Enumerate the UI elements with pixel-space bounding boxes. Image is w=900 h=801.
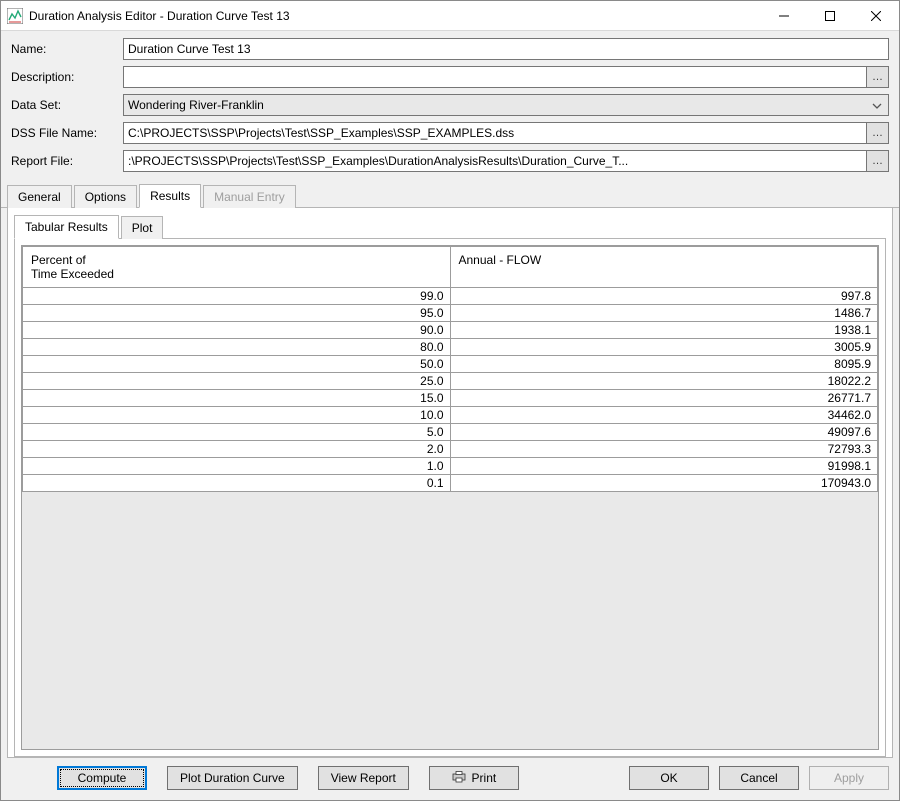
reportfile-label: Report File: (11, 154, 123, 168)
window-controls (761, 1, 899, 30)
cell-percent[interactable]: 5.0 (23, 424, 451, 441)
table-row[interactable]: 10.034462.0 (23, 407, 878, 424)
cell-percent[interactable]: 80.0 (23, 339, 451, 356)
table-row[interactable]: 1.091998.1 (23, 458, 878, 475)
cell-flow[interactable]: 91998.1 (450, 458, 878, 475)
print-button[interactable]: Print (429, 766, 519, 790)
col-flow-header: Annual - FLOW (450, 247, 878, 288)
table-row[interactable]: 0.1170943.0 (23, 475, 878, 492)
cancel-button[interactable]: Cancel (719, 766, 799, 790)
table-row[interactable]: 99.0997.8 (23, 288, 878, 305)
grid-filler (22, 492, 878, 749)
cell-flow[interactable]: 1486.7 (450, 305, 878, 322)
description-input[interactable] (123, 66, 867, 88)
form-area: Name: Description: … Data Set: Wondering… (1, 31, 899, 177)
cell-percent[interactable]: 90.0 (23, 322, 451, 339)
cell-flow[interactable]: 72793.3 (450, 441, 878, 458)
name-label: Name: (11, 42, 123, 56)
description-label: Description: (11, 70, 123, 84)
cell-flow[interactable]: 34462.0 (450, 407, 878, 424)
compute-button[interactable]: Compute (57, 766, 147, 790)
table-row[interactable]: 90.01938.1 (23, 322, 878, 339)
description-ellipsis-button[interactable]: … (867, 66, 889, 88)
cell-percent[interactable]: 99.0 (23, 288, 451, 305)
dataset-combo[interactable]: Wondering River-Franklin (123, 94, 889, 116)
cell-flow[interactable]: 26771.7 (450, 390, 878, 407)
titlebar: Duration Analysis Editor - Duration Curv… (1, 1, 899, 31)
table-row[interactable]: 15.026771.7 (23, 390, 878, 407)
cell-flow[interactable]: 3005.9 (450, 339, 878, 356)
results-subtabs: Tabular Results Plot (14, 214, 886, 239)
tab-general[interactable]: General (7, 185, 72, 208)
ok-button[interactable]: OK (629, 766, 709, 790)
cell-flow[interactable]: 8095.9 (450, 356, 878, 373)
name-input[interactable] (123, 38, 889, 60)
dataset-label: Data Set: (11, 98, 123, 112)
table-row[interactable]: 95.01486.7 (23, 305, 878, 322)
cell-flow[interactable]: 1938.1 (450, 322, 878, 339)
cell-percent[interactable]: 95.0 (23, 305, 451, 322)
results-table: Percent of Time Exceeded Annual - FLOW 9… (22, 246, 878, 492)
cell-flow[interactable]: 18022.2 (450, 373, 878, 390)
subtab-plot[interactable]: Plot (121, 216, 164, 239)
tab-results[interactable]: Results (139, 184, 201, 208)
chevron-down-icon (870, 98, 884, 112)
cell-flow[interactable]: 997.8 (450, 288, 878, 305)
table-row[interactable]: 50.08095.9 (23, 356, 878, 373)
cell-percent[interactable]: 15.0 (23, 390, 451, 407)
cell-percent[interactable]: 10.0 (23, 407, 451, 424)
reportfile-input[interactable] (123, 150, 867, 172)
view-report-button[interactable]: View Report (318, 766, 409, 790)
cell-flow[interactable]: 49097.6 (450, 424, 878, 441)
main-tabs: General Options Results Manual Entry (1, 183, 899, 208)
table-row[interactable]: 2.072793.3 (23, 441, 878, 458)
table-row[interactable]: 5.049097.6 (23, 424, 878, 441)
tabular-panel: Percent of Time Exceeded Annual - FLOW 9… (14, 239, 886, 757)
cell-percent[interactable]: 0.1 (23, 475, 451, 492)
cell-percent[interactable]: 1.0 (23, 458, 451, 475)
maximize-button[interactable] (807, 1, 853, 30)
dssfile-label: DSS File Name: (11, 126, 123, 140)
cell-percent[interactable]: 50.0 (23, 356, 451, 373)
dataset-value: Wondering River-Franklin (128, 98, 870, 112)
dssfile-input[interactable] (123, 122, 867, 144)
col-percent-header: Percent of Time Exceeded (23, 247, 451, 288)
table-row[interactable]: 80.03005.9 (23, 339, 878, 356)
window-title: Duration Analysis Editor - Duration Curv… (29, 9, 761, 23)
results-panel: Tabular Results Plot Percent of Time Exc… (7, 208, 893, 758)
app-icon (7, 8, 23, 24)
cell-percent[interactable]: 2.0 (23, 441, 451, 458)
results-grid-wrap: Percent of Time Exceeded Annual - FLOW 9… (21, 245, 879, 750)
cell-percent[interactable]: 25.0 (23, 373, 451, 390)
reportfile-browse-button[interactable]: … (867, 150, 889, 172)
close-button[interactable] (853, 1, 899, 30)
cell-flow[interactable]: 170943.0 (450, 475, 878, 492)
window: Duration Analysis Editor - Duration Curv… (0, 0, 900, 801)
results-tbody: 99.0997.895.01486.790.01938.180.03005.95… (23, 288, 878, 492)
table-row[interactable]: 25.018022.2 (23, 373, 878, 390)
apply-button: Apply (809, 766, 889, 790)
content-area: General Options Results Manual Entry Tab… (1, 177, 899, 758)
button-bar: Compute Plot Duration Curve View Report … (1, 758, 899, 800)
minimize-button[interactable] (761, 1, 807, 30)
dssfile-browse-button[interactable]: … (867, 122, 889, 144)
tab-options[interactable]: Options (74, 185, 137, 208)
subtab-tabular[interactable]: Tabular Results (14, 215, 119, 239)
tab-manual-entry: Manual Entry (203, 185, 296, 208)
printer-icon (452, 771, 466, 786)
plot-duration-curve-button[interactable]: Plot Duration Curve (167, 766, 298, 790)
